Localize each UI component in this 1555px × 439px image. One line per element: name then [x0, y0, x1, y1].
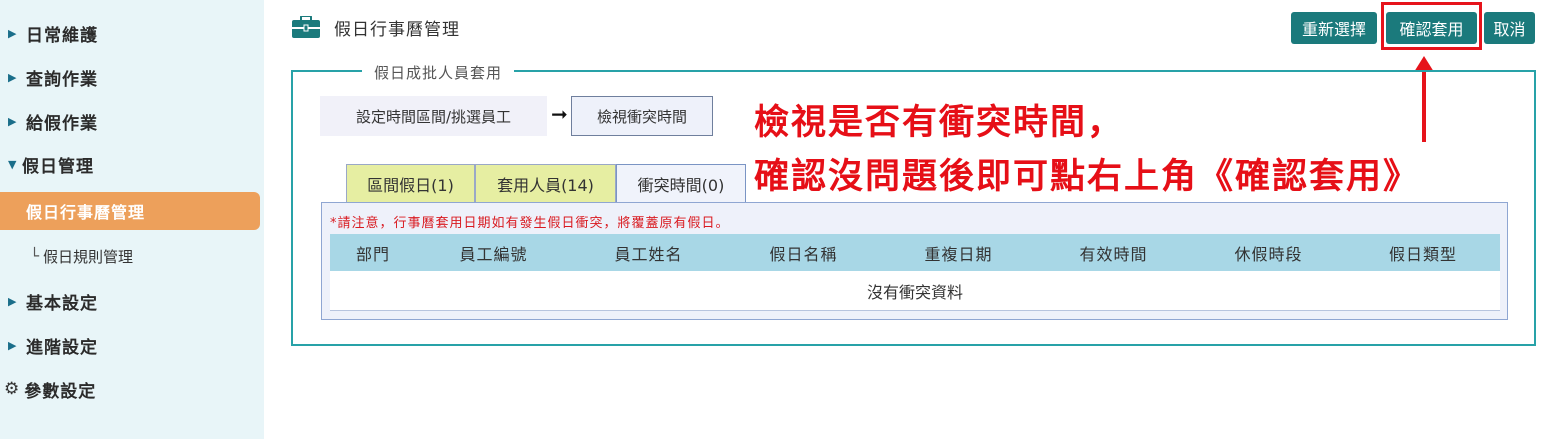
- sidebar-item-holiday-rules[interactable]: └ 假日規則管理: [30, 244, 133, 268]
- sidebar-item-holiday-management[interactable]: ▼ 假日管理: [0, 146, 260, 182]
- sidebar-item-label: 假日行事曆管理: [26, 203, 146, 222]
- page-title-text: 假日行事曆管理: [334, 19, 460, 40]
- caret-right-icon: ▶: [8, 114, 18, 128]
- briefcase-icon: [292, 15, 320, 38]
- step-view-conflicts[interactable]: 檢視衝突時間: [571, 96, 713, 136]
- empty-message: 沒有衝突資料: [866, 282, 963, 302]
- caret-right-icon: ▶: [8, 26, 18, 40]
- gear-icon: ⚙: [4, 379, 21, 399]
- conflict-notice: *請注意，行事曆套用日期如有發生假日衝突，將覆蓋原有假日。: [330, 216, 730, 231]
- tree-branch-icon: └: [30, 247, 40, 265]
- sidebar-item-advanced-settings[interactable]: ▶ 進階設定: [0, 327, 260, 363]
- column-header: 有效時間: [1079, 244, 1148, 264]
- confirm-highlight-box: [1381, 2, 1482, 50]
- column-header: 員工編號: [459, 244, 528, 264]
- column-header: 假日類型: [1388, 244, 1457, 264]
- sidebar-item-label: 查詢作業: [26, 69, 98, 90]
- sidebar-item-label: 基本設定: [26, 293, 98, 314]
- column-header: 假日名稱: [769, 244, 838, 264]
- sidebar-item-label: 假日規則管理: [43, 247, 134, 266]
- cancel-button[interactable]: 取消: [1484, 12, 1535, 44]
- sidebar-item-query[interactable]: ▶ 查詢作業: [0, 59, 260, 95]
- sidebar-item-label: 日常維護: [26, 25, 98, 46]
- sidebar-item-label: 參數設定: [24, 381, 97, 402]
- tab-conflict-time[interactable]: 衝突時間(0): [616, 164, 746, 203]
- column-header: 員工姓名: [614, 244, 683, 264]
- caret-right-icon: ▶: [8, 338, 18, 352]
- sidebar: ▶ 日常維護 ▶ 查詢作業 ▶ 給假作業 ▼ 假日管理 假日行事曆管理 └ 假日…: [0, 0, 264, 439]
- column-header: 重複日期: [924, 244, 993, 264]
- column-header: 休假時段: [1234, 244, 1303, 264]
- table-empty-row: 沒有衝突資料: [330, 271, 1500, 311]
- sidebar-item-daily-maintenance[interactable]: ▶ 日常維護: [0, 15, 260, 51]
- annotation-line-2: 確認沒問題後即可點右上角《確認套用》: [754, 157, 1421, 197]
- table-header: 部門 員工編號 員工姓名 假日名稱 重複日期 有效時間 休假時段 假日類型: [330, 234, 1500, 271]
- page-title: 假日行事曆管理: [292, 12, 460, 42]
- sidebar-item-label: 假日管理: [22, 156, 94, 177]
- tab-interval-holidays[interactable]: 區間假日(1): [346, 164, 475, 202]
- sidebar-item-label: 進階設定: [26, 337, 98, 358]
- fieldset-legend: 假日成批人員套用: [362, 62, 515, 83]
- caret-right-icon: ▶: [8, 294, 18, 308]
- sidebar-item-label: 給假作業: [26, 113, 98, 134]
- column-header: 部門: [355, 244, 390, 264]
- tab-applied-staff[interactable]: 套用人員(14): [475, 164, 616, 202]
- sidebar-item-parameter-settings[interactable]: ⚙ 參數設定: [0, 371, 260, 407]
- sidebar-item-basic-settings[interactable]: ▶ 基本設定: [0, 283, 260, 319]
- sidebar-item-holiday-calendar[interactable]: 假日行事曆管理: [0, 192, 260, 230]
- arrow-right-icon: ➞: [551, 102, 568, 126]
- caret-right-icon: ▶: [8, 70, 18, 84]
- step-set-interval[interactable]: 設定時間區間/挑選員工: [320, 96, 547, 136]
- sidebar-item-leave-grant[interactable]: ▶ 給假作業: [0, 103, 260, 139]
- reselect-button[interactable]: 重新選擇: [1291, 12, 1377, 44]
- annotation-line-1: 檢視是否有衝突時間，: [754, 103, 1125, 143]
- caret-down-icon: ▼: [8, 157, 18, 171]
